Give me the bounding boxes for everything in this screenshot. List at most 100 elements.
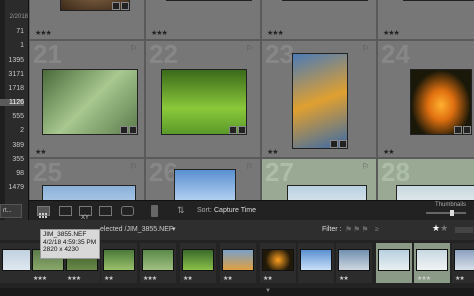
triangle-down-icon[interactable]: ▼ (265, 288, 271, 294)
star-rating[interactable]: ★★ (383, 148, 395, 156)
filter-label: Filter : (322, 226, 342, 233)
grid-cell[interactable]: 27 ⚐ (261, 158, 377, 200)
filmstrip-cell[interactable] (298, 243, 334, 283)
sort-dropdown[interactable]: Capture Time (214, 207, 256, 214)
filter-stars[interactable]: ★★ (432, 223, 448, 234)
folder-count[interactable]: 1479 (0, 184, 24, 191)
filmstrip-rating: ★★ (183, 276, 193, 282)
filmstrip-rating: ★★ (223, 276, 233, 282)
filmstrip-thumbnail[interactable] (262, 249, 294, 271)
flag-icon[interactable]: ⚐ (130, 44, 140, 53)
filmstrip-source[interactable]: elected /JIM_3855.NEF (100, 226, 173, 233)
filmstrip-cell[interactable] (376, 243, 412, 283)
flag-icon[interactable]: ⚐ (246, 162, 256, 171)
photo-thumbnail[interactable] (282, 0, 368, 1)
left-panel: 2/2018 71 1 1395 3171 1718 1126 555 2 389 355 98 14… (0, 0, 29, 220)
folder-count[interactable]: 1718 (0, 85, 24, 92)
survey-view-button[interactable] (99, 206, 112, 216)
folder-count[interactable]: 98 (0, 170, 24, 177)
flag-icon[interactable]: ⚐ (130, 162, 140, 171)
bottom-panel-toggle[interactable]: ▼ (0, 288, 474, 296)
folder-count[interactable]: 2 (0, 127, 24, 134)
filmstrip-cell[interactable]: ★★★ (414, 243, 450, 283)
folder-count[interactable]: 1 (0, 42, 24, 49)
badge-icon (129, 126, 137, 134)
star-rating[interactable]: ★★★ (383, 29, 400, 37)
photo-thumbnail[interactable] (166, 0, 252, 1)
star-rating[interactable]: ★★★ (267, 29, 284, 37)
filmstrip-thumbnail[interactable] (338, 249, 370, 271)
tooltip-filename: JIM_3855.NEF (43, 231, 87, 238)
filmstrip-thumbnail[interactable] (416, 249, 448, 271)
photo-thumbnail[interactable] (287, 185, 367, 200)
thumbnail-size-slider[interactable] (426, 212, 466, 214)
flag-icon[interactable]: ⚐ (362, 162, 372, 171)
star-rating[interactable]: ★★★ (151, 29, 168, 37)
grid-view-button[interactable] (37, 206, 50, 218)
star-rating[interactable]: ★★ (267, 148, 279, 156)
folder-count[interactable]: 3171 (0, 71, 24, 78)
metadata-badges (454, 126, 471, 134)
filter-color-swatches[interactable] (455, 227, 473, 233)
filmstrip-thumbnail[interactable] (300, 249, 332, 271)
metadata-badges (120, 126, 137, 134)
import-button[interactable]: rt... (0, 204, 22, 218)
grid-cell[interactable]: 22 ⚐ (145, 40, 261, 158)
grid-cell[interactable]: 26 ⚐ (145, 158, 261, 200)
filmstrip-cell[interactable]: ★★ (260, 243, 296, 283)
filmstrip-cell[interactable]: ★★ (180, 243, 216, 283)
filmstrip-thumbnail[interactable] (103, 249, 135, 271)
people-view-button[interactable] (121, 206, 134, 216)
flag-icon[interactable]: ⚐ (246, 44, 256, 53)
grid-toolbar: XY ⇅ Sort: Capture Time Thumbnails (29, 200, 474, 221)
tooltip-date: 4/2/18 4:59:35 PM (43, 238, 97, 246)
filmstrip-cell[interactable]: ★★★ (140, 243, 176, 283)
cell-index: 27 (265, 158, 294, 187)
filter-flags[interactable]: ⚑⚑⚑ (345, 225, 370, 234)
photo-thumbnail[interactable] (292, 53, 348, 149)
grid-cell[interactable]: 21 ⚐ ★★ (29, 40, 145, 158)
photo-thumbnail[interactable] (174, 169, 236, 200)
filmstrip-thumbnail[interactable] (222, 249, 254, 271)
filmstrip-thumbnail[interactable] (142, 249, 174, 271)
grid-cell[interactable]: ⚐★★★ (377, 0, 474, 40)
filmstrip-cell[interactable]: ★★ (452, 243, 474, 283)
filter-rating-icon[interactable]: ≥ (375, 226, 379, 233)
photo-thumbnail[interactable] (396, 185, 474, 200)
filmstrip-thumbnail[interactable] (454, 249, 474, 271)
folder-count[interactable]: 1126 (0, 99, 24, 106)
filmstrip-cell[interactable]: ★★ (336, 243, 372, 283)
filmstrip-cell[interactable]: ★★ (220, 243, 256, 283)
sort-direction-icon[interactable]: ⇅ (177, 205, 185, 216)
thumbnail-slider-knob[interactable] (450, 210, 454, 216)
spray-can-icon[interactable] (151, 205, 158, 217)
grid-cell[interactable]: 25 ⚐ (29, 158, 145, 200)
photo-thumbnail[interactable] (403, 0, 474, 1)
grid-cell[interactable]: 24⚐★★ (377, 40, 474, 158)
star-rating[interactable]: ★★★ (35, 29, 52, 37)
grid-cell[interactable]: ⚐★★★ (29, 0, 145, 40)
filmstrip-thumbnail[interactable] (378, 249, 410, 271)
sort-label: Sort: (197, 207, 212, 214)
grid-cell[interactable]: ⚐★★★ (145, 0, 261, 40)
folder-count[interactable]: 71 (0, 28, 24, 35)
grid-cell[interactable]: ⚐★★★ (261, 0, 377, 40)
folder-count[interactable]: 389 (0, 142, 24, 149)
filmstrip-cell[interactable]: ★★ (101, 243, 137, 283)
badge-icon (229, 126, 237, 134)
compare-view-button[interactable]: XY (79, 206, 92, 221)
loupe-view-button[interactable] (59, 206, 72, 216)
flag-icon[interactable]: ⚐ (362, 44, 372, 53)
grid-cell[interactable]: 28⚐ (377, 158, 474, 200)
filmstrip-rating: ★★ (455, 276, 465, 282)
folder-date: 2/2018 (9, 14, 28, 20)
grid-cell[interactable]: 23 ⚐ ★★ (261, 40, 377, 158)
photo-thumbnail[interactable] (42, 185, 136, 200)
filmstrip-thumbnail[interactable] (182, 249, 214, 271)
folder-count[interactable]: 1395 (0, 57, 24, 64)
source-dropdown-icon[interactable]: ▾ (172, 225, 176, 233)
cell-index: 21 (33, 40, 62, 69)
star-rating[interactable]: ★★ (35, 148, 47, 156)
folder-count[interactable]: 355 (0, 156, 24, 163)
folder-count[interactable]: 555 (0, 113, 24, 120)
